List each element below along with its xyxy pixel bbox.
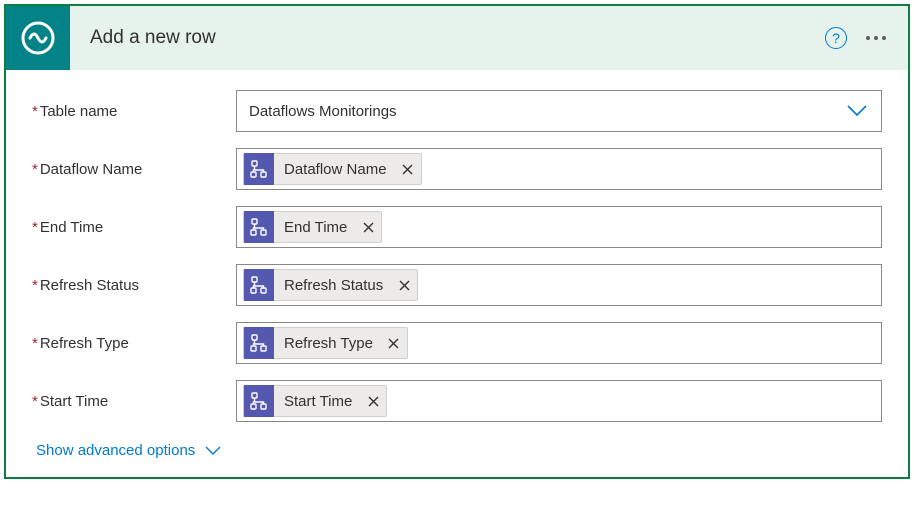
show-advanced-label: Show advanced options [36, 442, 195, 459]
token-remove-button[interactable] [395, 153, 421, 185]
close-icon [388, 338, 399, 349]
token-remove-button[interactable] [391, 269, 417, 301]
chevron-down-icon [205, 446, 221, 456]
refresh-type-input[interactable]: Refresh Type [236, 322, 882, 364]
token-label: Refresh Status [274, 277, 391, 294]
expression-token[interactable]: Start Time [243, 385, 387, 417]
select-value: Dataflows Monitorings [249, 103, 397, 120]
table-name-select[interactable]: Dataflows Monitorings [236, 90, 882, 132]
dynamic-content-icon [244, 385, 274, 417]
token-remove-button[interactable] [355, 211, 381, 243]
expression-token[interactable]: Refresh Status [243, 269, 418, 301]
field-row-table-name: *Table name Dataflows Monitorings [32, 90, 882, 132]
token-label: Dataflow Name [274, 161, 395, 178]
action-card: Add a new row ? *Table name Dataflows Mo… [4, 4, 910, 479]
field-label: *Table name [32, 103, 236, 120]
expression-token[interactable]: Dataflow Name [243, 153, 422, 185]
field-label: *End Time [32, 219, 236, 236]
connector-icon [6, 6, 70, 70]
card-title: Add a new row [90, 27, 816, 49]
token-remove-button[interactable] [381, 327, 407, 359]
dynamic-content-icon [244, 211, 274, 243]
token-remove-button[interactable] [360, 385, 386, 417]
expression-token[interactable]: Refresh Type [243, 327, 408, 359]
field-label: *Refresh Type [32, 335, 236, 352]
help-button[interactable]: ? [816, 18, 856, 58]
field-label: *Refresh Status [32, 277, 236, 294]
expression-token[interactable]: End Time [243, 211, 382, 243]
close-icon [399, 280, 410, 291]
start-time-input[interactable]: Start Time [236, 380, 882, 422]
dynamic-content-icon [244, 327, 274, 359]
token-label: Start Time [274, 393, 360, 410]
dynamic-content-icon [244, 153, 274, 185]
field-row-dataflow-name: *Dataflow Name Dataflow Name [32, 148, 882, 190]
card-body: *Table name Dataflows Monitorings *Dataf… [6, 70, 908, 477]
dynamic-content-icon [244, 269, 274, 301]
close-icon [368, 396, 379, 407]
field-label: *Dataflow Name [32, 161, 236, 178]
token-label: Refresh Type [274, 335, 381, 352]
end-time-input[interactable]: End Time [236, 206, 882, 248]
close-icon [402, 164, 413, 175]
field-row-refresh-type: *Refresh Type Refresh Type [32, 322, 882, 364]
more-icon [866, 36, 886, 40]
dataverse-icon [19, 19, 57, 57]
field-row-start-time: *Start Time Start Time [32, 380, 882, 422]
chevron-down-icon [847, 105, 867, 117]
token-label: End Time [274, 219, 355, 236]
help-icon: ? [825, 27, 847, 49]
card-header: Add a new row ? [6, 6, 908, 70]
field-row-end-time: *End Time End Time [32, 206, 882, 248]
field-row-refresh-status: *Refresh Status Refresh Status [32, 264, 882, 306]
close-icon [363, 222, 374, 233]
show-advanced-options-button[interactable]: Show advanced options [36, 442, 882, 459]
dataflow-name-input[interactable]: Dataflow Name [236, 148, 882, 190]
field-label: *Start Time [32, 393, 236, 410]
more-button[interactable] [856, 18, 896, 58]
refresh-status-input[interactable]: Refresh Status [236, 264, 882, 306]
